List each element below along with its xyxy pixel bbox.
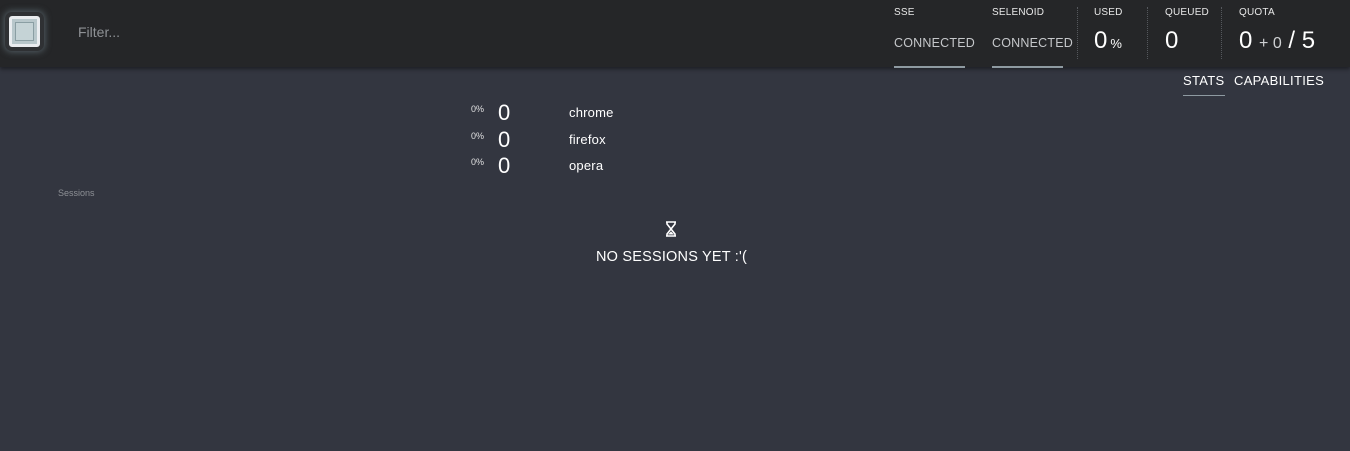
- sse-connection-status: CONNECTED: [894, 36, 975, 50]
- page: SSE CONNECTED SELENOID CONNECTED USED 0%…: [0, 0, 1350, 451]
- browser-percent: 0%: [471, 104, 485, 114]
- quota-separator: /: [1288, 27, 1296, 54]
- browser-count: 0: [498, 100, 511, 125]
- quota-used: 0: [1239, 27, 1253, 54]
- quota-stat: QUOTA 0 + 0 / 5: [1239, 0, 1339, 67]
- browser-count: 0: [498, 153, 511, 178]
- browser-percent: 0%: [471, 157, 485, 167]
- used-value: 0: [1094, 27, 1108, 54]
- queued-label: QUEUED: [1165, 7, 1209, 18]
- quota-total: 5: [1301, 27, 1316, 54]
- used-unit: %: [1110, 36, 1122, 51]
- filter-input[interactable]: [64, 18, 452, 46]
- used-label: USED: [1094, 7, 1123, 18]
- header-divider: [1077, 7, 1078, 59]
- logo-inner: [15, 22, 34, 41]
- sse-status-underline: [894, 66, 965, 68]
- header-divider: [1221, 7, 1222, 59]
- browser-name: firefox: [569, 132, 606, 147]
- selenoid-connection-status: CONNECTED: [992, 36, 1073, 50]
- used-value-wrap: 0%: [1094, 27, 1122, 58]
- hourglass-icon: [666, 221, 676, 237]
- tab-stats[interactable]: STATS: [1183, 73, 1224, 88]
- selenoid-logo-icon[interactable]: [9, 16, 40, 47]
- selenoid-status: SELENOID CONNECTED: [992, 0, 1074, 68]
- header-divider: [1147, 7, 1148, 59]
- quota-value-wrap: 0 + 0 / 5: [1239, 27, 1315, 58]
- browser-count: 0: [498, 127, 511, 152]
- top-bar: SSE CONNECTED SELENOID CONNECTED USED 0%…: [0, 0, 1350, 68]
- no-sessions-message: NO SESSIONS YET :'(: [595, 249, 748, 265]
- tab-stats-active-indicator: [1183, 95, 1225, 96]
- sessions-label: Sessions: [58, 188, 95, 198]
- queued-stat: QUEUED 0: [1165, 0, 1215, 67]
- browser-name: opera: [569, 158, 604, 173]
- sse-label: SSE: [894, 7, 915, 18]
- browser-percent: 0%: [471, 131, 485, 141]
- browser-name: chrome: [569, 105, 614, 120]
- quota-label: QUOTA: [1239, 7, 1275, 18]
- used-stat: USED 0%: [1094, 0, 1144, 67]
- selenoid-label: SELENOID: [992, 7, 1045, 18]
- sse-status: SSE CONNECTED: [894, 0, 975, 68]
- quota-pending: + 0: [1259, 35, 1282, 52]
- tab-capabilities[interactable]: CAPABILITIES: [1234, 73, 1324, 88]
- queued-value: 0: [1165, 27, 1179, 54]
- selenoid-status-underline: [992, 66, 1063, 68]
